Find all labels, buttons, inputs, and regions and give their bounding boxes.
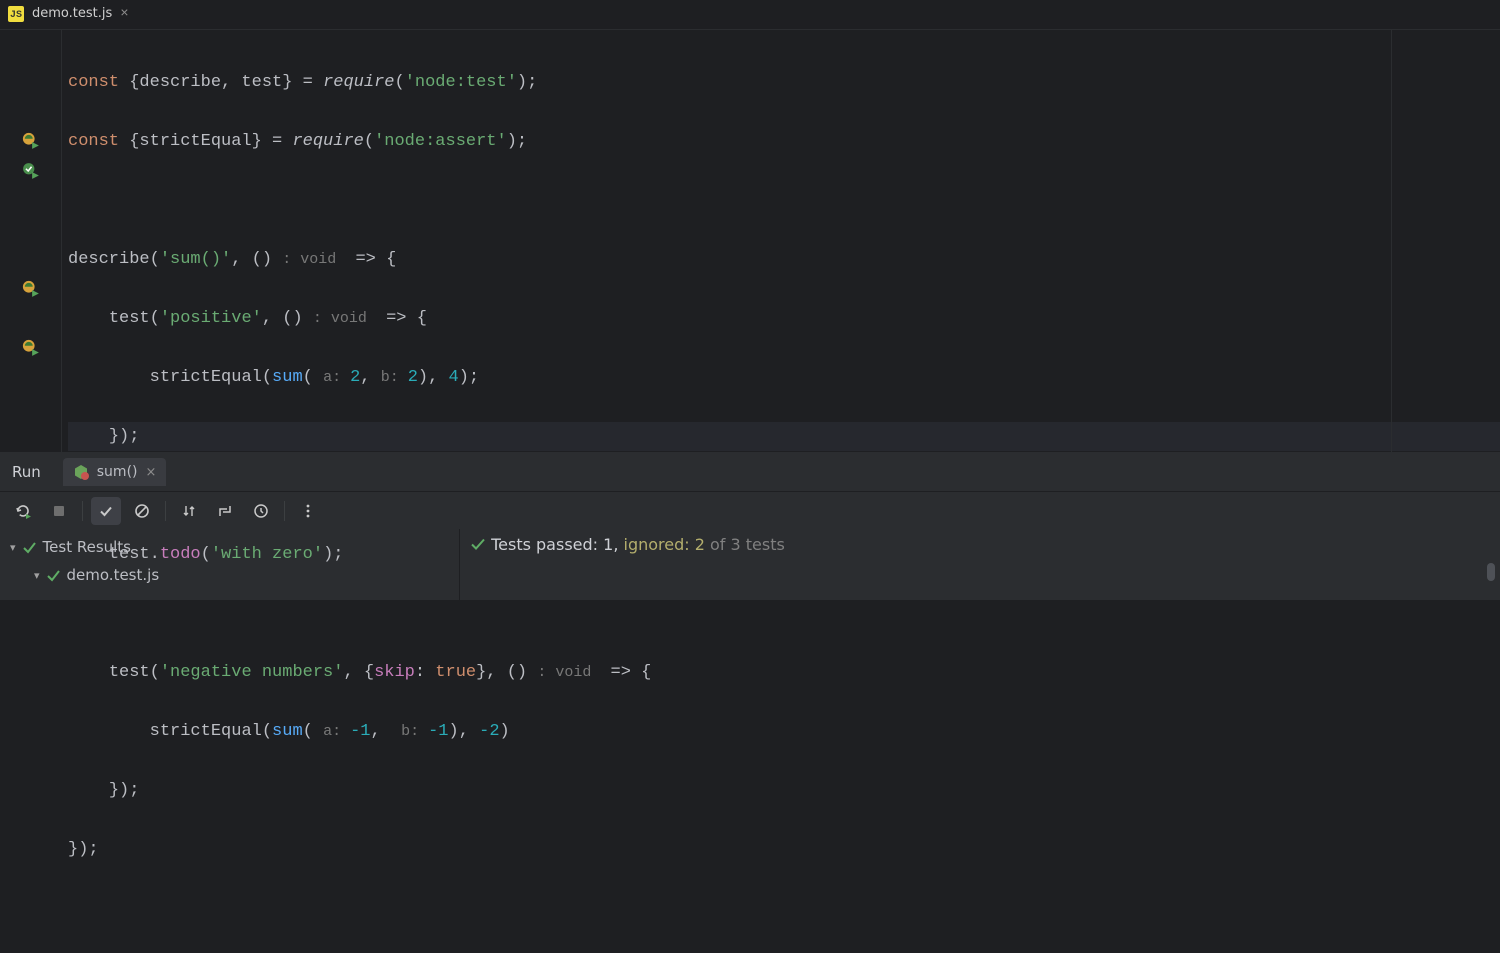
test-passed-icon	[46, 568, 61, 583]
editor-gutter	[0, 30, 62, 452]
test-passed-icon	[22, 540, 37, 555]
tests-ignored-label: ignored:	[624, 535, 695, 554]
run-test-gutter-icon[interactable]	[22, 280, 40, 298]
editor-tab-bar: JS demo.test.js ×	[0, 0, 1500, 30]
scrollbar-thumb[interactable]	[1487, 563, 1495, 581]
run-title: Run	[12, 463, 41, 481]
code-area[interactable]: const {describe, test} = require('node:t…	[62, 30, 1500, 452]
run-test-gutter-icon[interactable]	[22, 132, 40, 150]
rerun-button[interactable]	[8, 497, 38, 525]
chevron-down-icon[interactable]: ▾	[10, 541, 16, 554]
run-test-passed-gutter-icon[interactable]	[22, 162, 40, 180]
close-icon[interactable]: ×	[120, 7, 128, 21]
editor-tab[interactable]: JS demo.test.js ×	[0, 0, 139, 29]
tests-ignored-count: 2	[695, 535, 705, 554]
right-margin-guide	[1391, 30, 1392, 452]
chevron-down-icon[interactable]: ▾	[34, 569, 40, 582]
test-summary-pane: Tests passed: 1, ignored: 2 of 3 tests	[460, 529, 1500, 600]
code-editor[interactable]: const {describe, test} = require('node:t…	[0, 30, 1500, 452]
tests-total-label: of 3 tests	[705, 535, 785, 554]
run-test-gutter-icon[interactable]	[22, 339, 40, 357]
tab-filename: demo.test.js	[32, 6, 112, 21]
test-passed-icon	[470, 536, 486, 552]
tests-passed-label: Tests passed:	[491, 535, 603, 554]
javascript-file-icon: JS	[8, 6, 24, 22]
tests-passed-count: 1	[603, 535, 613, 554]
scrollbar[interactable]	[1485, 563, 1497, 597]
